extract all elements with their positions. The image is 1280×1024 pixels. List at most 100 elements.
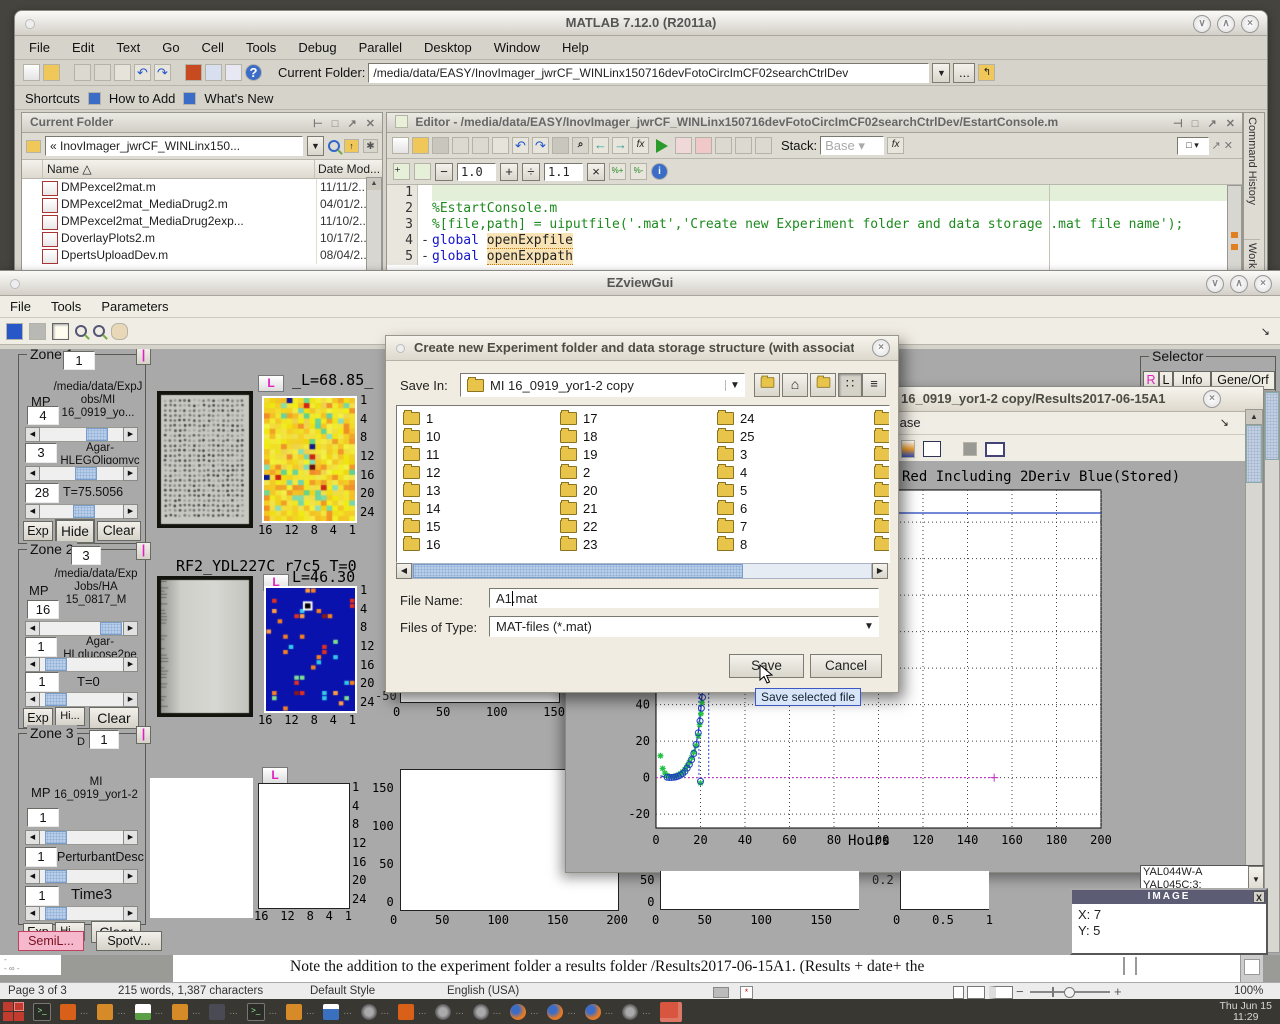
- forward-icon[interactable]: →: [612, 137, 629, 154]
- ez-menu-item[interactable]: File: [10, 299, 31, 314]
- taskbar-item-app[interactable]: ...: [361, 1004, 389, 1020]
- menu-item[interactable]: Text: [116, 40, 140, 55]
- colormap-icon[interactable]: [901, 440, 915, 458]
- workspace-switcher[interactable]: [3, 1002, 24, 1021]
- folder-item[interactable]: 21: [560, 502, 716, 515]
- taskbar-item-app[interactable]: ...: [622, 1004, 650, 1020]
- ez-window-menu-icon[interactable]: [10, 279, 20, 289]
- menu-item[interactable]: File: [29, 40, 50, 55]
- editor-redo-icon[interactable]: ↷: [532, 137, 549, 154]
- browse-folder-button[interactable]: ...: [953, 63, 975, 83]
- status-style[interactable]: Default Style: [310, 985, 375, 997]
- folder-item[interactable]: 6: [717, 502, 873, 515]
- ez-pan-icon[interactable]: [111, 323, 128, 340]
- folder-item[interactable]: 16: [403, 538, 559, 551]
- results-scrollbar[interactable]: ▲: [1245, 409, 1263, 872]
- file-row[interactable]: DMPexcel2mat_MediaDrug2.m 04/01/2...: [22, 196, 382, 213]
- view-single-page-icon[interactable]: [953, 986, 964, 999]
- folder-item[interactable]: 15: [403, 520, 559, 533]
- ez-print-icon[interactable]: [29, 323, 46, 340]
- value2-input[interactable]: 1.1: [544, 163, 583, 181]
- menu-item[interactable]: Parallel: [359, 40, 402, 55]
- folder-item[interactable]: 19: [560, 448, 716, 461]
- zone1-corner-button[interactable]: |: [136, 349, 151, 365]
- code-line[interactable]: 2%EstartConsole.m: [387, 201, 1242, 217]
- zone3-plot[interactable]: [258, 783, 350, 909]
- folder-item-clipped[interactable]: [874, 484, 890, 497]
- writer-scroll-stub[interactable]: [1240, 955, 1263, 982]
- taskbar-item-matlab[interactable]: ...: [398, 1004, 426, 1020]
- folder-item-clipped[interactable]: [874, 520, 890, 533]
- zone2-media-input[interactable]: 1: [25, 637, 57, 657]
- zoom-slider[interactable]: [1030, 991, 1110, 993]
- help-icon[interactable]: ?: [245, 64, 262, 81]
- taskbar-item-gimp[interactable]: ...: [209, 1004, 237, 1020]
- folder-item[interactable]: 2: [560, 466, 716, 479]
- zoom-percent[interactable]: 100%: [1234, 985, 1263, 997]
- taskbar-item-app[interactable]: ...: [473, 1004, 501, 1020]
- folder-item[interactable]: 7: [717, 520, 873, 533]
- find-icon[interactable]: ⌕: [572, 137, 589, 154]
- home-button[interactable]: ⌂: [782, 373, 808, 397]
- view-book-icon[interactable]: [989, 986, 1013, 999]
- up-folder-icon[interactable]: ↰: [978, 64, 995, 81]
- zone2-media-slider[interactable]: ◀▶: [25, 657, 138, 672]
- ez-save-icon[interactable]: [6, 323, 23, 340]
- status-page[interactable]: Page 3 of 3: [8, 985, 67, 997]
- scroll-left-button[interactable]: ◀: [396, 563, 412, 579]
- zone3-index-input[interactable]: 1: [89, 730, 119, 749]
- ez-close-button[interactable]: ×: [1254, 275, 1272, 293]
- zone3-time-input[interactable]: 1: [25, 886, 59, 906]
- step-icon[interactable]: [715, 137, 732, 154]
- taskbar-item-screenshot[interactable]: [660, 1002, 682, 1022]
- ez-zoom-in-icon[interactable]: [75, 325, 87, 337]
- editor-save-icon[interactable]: [432, 137, 449, 154]
- folder-item[interactable]: 23: [560, 538, 716, 551]
- new-folder-button[interactable]: [810, 373, 836, 397]
- paste-icon[interactable]: [114, 64, 131, 81]
- folder-item-clipped[interactable]: [874, 502, 890, 515]
- zone2-mp-input[interactable]: 16: [27, 600, 59, 619]
- taskbar-item-folder[interactable]: ...: [172, 1004, 200, 1020]
- zone2-time-input[interactable]: 1: [25, 672, 59, 692]
- folder-item[interactable]: 22: [560, 520, 716, 533]
- file-row[interactable]: DpertsUploadDev.m 08/04/2...: [22, 247, 382, 264]
- taskbar-item-writer[interactable]: ...: [323, 1004, 351, 1020]
- ez-titlebar[interactable]: EZviewGui ∨ ∧ ×: [0, 271, 1280, 296]
- zoom-out-button[interactable]: −: [1016, 984, 1024, 999]
- cancel-button[interactable]: Cancel: [810, 654, 882, 678]
- zone2-hide-button[interactable]: Hi...: [55, 707, 85, 726]
- code-line[interactable]: 5-global openExppath: [387, 249, 1242, 265]
- run-icon[interactable]: [656, 139, 668, 153]
- folder-item[interactable]: 1: [403, 412, 559, 425]
- taskbar-item-matlab[interactable]: ...: [60, 1004, 88, 1020]
- window-menu-icon[interactable]: [25, 19, 35, 29]
- folder-item[interactable]: 14: [403, 502, 559, 515]
- info-icon[interactable]: i: [651, 163, 668, 180]
- zone2-plate-image[interactable]: [157, 576, 253, 717]
- grid-view-button[interactable]: ∷: [838, 373, 862, 397]
- view-multi-page-icon[interactable]: [967, 986, 985, 999]
- back-icon[interactable]: ←: [592, 137, 609, 154]
- semilog-button[interactable]: SemiL...: [18, 931, 84, 951]
- folder-item[interactable]: 25: [717, 430, 873, 443]
- column-header-name[interactable]: Name △: [43, 160, 314, 178]
- step-out-icon[interactable]: [755, 137, 772, 154]
- tab-workspace[interactable]: Work: [1244, 240, 1260, 271]
- taskbar-item-terminal[interactable]: >_: [33, 1003, 51, 1021]
- zone2-heatmap[interactable]: [264, 586, 357, 713]
- taskbar-item-terminal[interactable]: >_...: [247, 1003, 277, 1021]
- zone1-mp-slider[interactable]: ◀▶: [25, 427, 138, 442]
- folder-item[interactable]: 3: [717, 448, 873, 461]
- window-view-icon[interactable]: [985, 442, 1005, 457]
- clock[interactable]: Thu Jun 15 11:29: [1219, 1001, 1272, 1023]
- track-changes-icon[interactable]: *: [740, 986, 753, 999]
- current-folder-input[interactable]: /media/data/EASY/InovImager_jwrCF_WINLin…: [368, 63, 929, 83]
- comment-icon[interactable]: %+: [609, 163, 626, 180]
- zone1-index-input[interactable]: 1: [63, 351, 95, 370]
- copy-icon[interactable]: [94, 64, 111, 81]
- redo-icon[interactable]: ↷: [154, 64, 171, 81]
- ez-maximize-button[interactable]: ∧: [1230, 275, 1248, 293]
- zone1-exp-button[interactable]: Exp: [23, 521, 53, 541]
- code-line[interactable]: 3%[file,path] = uiputfile('.mat','Create…: [387, 217, 1242, 233]
